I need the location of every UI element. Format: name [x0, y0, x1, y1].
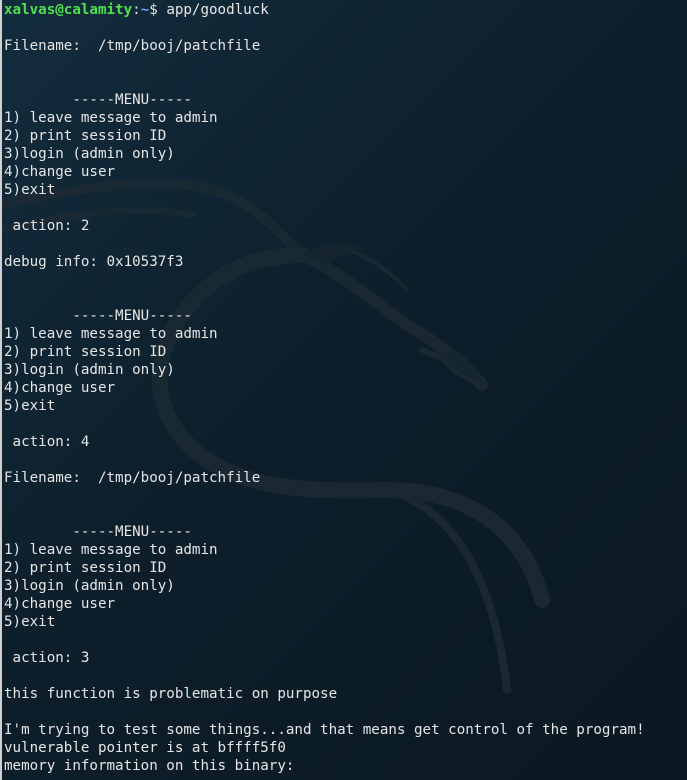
terminal-window[interactable]: xalvas@calamity:~$ app/goodluck Filename…	[0, 0, 687, 780]
prompt-symbol: $	[149, 2, 167, 18]
terminal-line: 2) print session ID	[4, 128, 167, 144]
terminal-line: 2) print session ID	[4, 560, 167, 576]
terminal-line: 1) leave message to admin	[4, 326, 218, 342]
terminal-line: 2) print session ID	[4, 344, 167, 360]
terminal-line: 3)login (admin only)	[4, 578, 175, 594]
terminal-line: 1) leave message to admin	[4, 542, 218, 558]
terminal-line: 5)exit	[4, 614, 56, 630]
terminal-line: 5)exit	[4, 182, 56, 198]
terminal-line: 4)change user	[4, 380, 116, 396]
terminal-line: -----MENU-----	[4, 92, 192, 108]
terminal-line: 4)change user	[4, 164, 116, 180]
terminal-line: vulnerable pointer is at bffff5f0	[4, 740, 286, 756]
terminal-line: 4)change user	[4, 596, 116, 612]
prompt-colon: :	[132, 2, 141, 18]
terminal-line: I'm trying to test some things...and tha…	[4, 722, 645, 738]
terminal-line: debug info: 0x10537f3	[4, 254, 184, 270]
prompt-line: xalvas@calamity:~$ app/goodluck	[4, 1, 687, 19]
terminal-line: this function is problematic on purpose	[4, 686, 338, 702]
terminal-line: memory information on this binary:	[4, 758, 295, 774]
terminal-line: 3)login (admin only)	[4, 146, 175, 162]
terminal-line: 1) leave message to admin	[4, 110, 218, 126]
terminal-line: 3)login (admin only)	[4, 362, 175, 378]
terminal-line: action: 4	[4, 434, 90, 450]
terminal-line: 5)exit	[4, 398, 56, 414]
prompt-command: app/goodluck	[166, 2, 269, 18]
terminal-line: action: 3	[4, 650, 90, 666]
prompt-user-host: xalvas@calamity	[4, 2, 133, 18]
terminal-line: -----MENU-----	[4, 308, 192, 324]
terminal-output: xalvas@calamity:~$ app/goodluck Filename…	[4, 1, 687, 775]
terminal-line: Filename: /tmp/booj/patchfile	[4, 38, 261, 54]
prompt-path: ~	[140, 2, 150, 18]
terminal-line: -----MENU-----	[4, 524, 192, 540]
terminal-line: Filename: /tmp/booj/patchfile	[4, 470, 261, 486]
terminal-line: action: 2	[4, 218, 90, 234]
